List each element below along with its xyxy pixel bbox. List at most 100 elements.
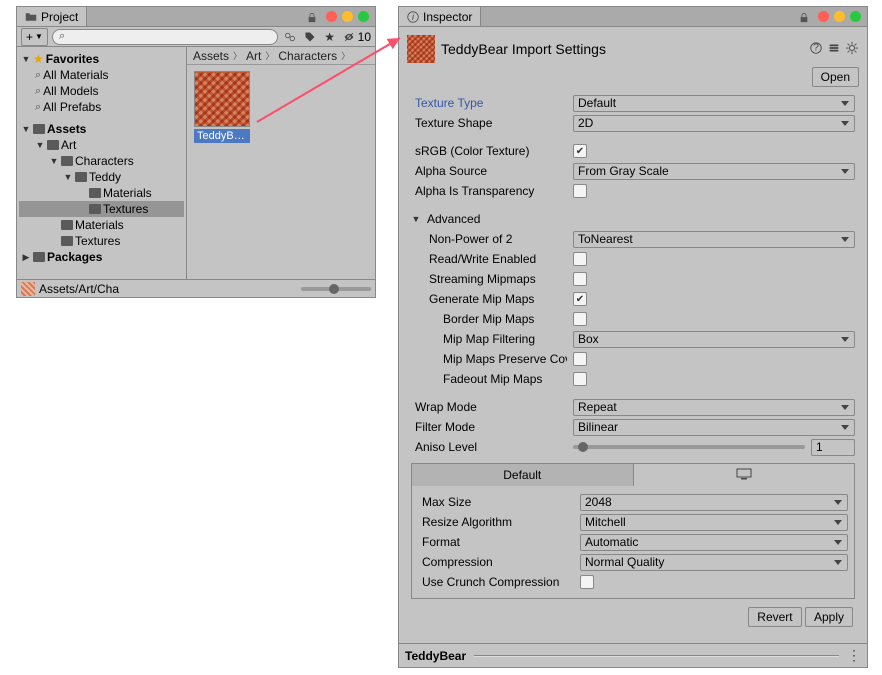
platform-tab-default[interactable]: Default (412, 464, 634, 486)
disclosure-down-icon[interactable]: ▼ (49, 156, 59, 166)
row-alpha-transparency: Alpha Is Transparency (411, 181, 855, 201)
platform-tab-standalone[interactable] (634, 464, 855, 486)
checkbox-mip-preserve[interactable] (573, 352, 587, 366)
label-mip-preserve: Mip Maps Preserve Cover (411, 352, 567, 366)
checkbox-alpha-transparency[interactable] (573, 184, 587, 198)
traffic-close-icon[interactable] (326, 11, 337, 22)
folder-icon (33, 252, 45, 262)
traffic-min-icon[interactable] (834, 11, 845, 22)
select-compression[interactable]: Normal Quality (580, 554, 848, 571)
checkbox-streaming[interactable] (573, 272, 587, 286)
search-field[interactable]: ⌕ (52, 29, 278, 45)
disclosure-down-icon[interactable]: ▼ (35, 140, 45, 150)
help-icon[interactable]: ? (809, 41, 823, 58)
select-alpha-source[interactable]: From Gray Scale (573, 163, 855, 180)
tree-teddy-textures[interactable]: Textures (19, 201, 184, 217)
label-srgb: sRGB (Color Texture) (411, 144, 567, 158)
select-texture-shape[interactable]: 2D (573, 115, 855, 132)
filter-by-type-icon[interactable] (282, 29, 298, 45)
hidden-count-label: 10 (358, 30, 371, 44)
select-max-size[interactable]: 2048 (580, 494, 848, 511)
lock-icon[interactable] (307, 12, 317, 22)
tree-art-textures[interactable]: Textures (19, 233, 184, 249)
inspector-header: TeddyBear Import Settings ? (405, 31, 861, 67)
folder-icon (33, 124, 45, 134)
checkbox-genmips[interactable] (573, 292, 587, 306)
row-format: Format Automatic (418, 532, 848, 552)
select-wrap[interactable]: Repeat (573, 399, 855, 416)
tree-packages[interactable]: ▶ Packages (19, 249, 184, 265)
favorite-all-prefabs[interactable]: ⌕All Prefabs (19, 99, 184, 115)
presets-icon[interactable] (827, 41, 841, 58)
checkbox-srgb[interactable] (573, 144, 587, 158)
asset-grid[interactable]: TeddyBe... (187, 65, 375, 279)
label-format: Format (418, 535, 574, 549)
disclosure-down-icon[interactable]: ▼ (21, 124, 31, 134)
project-tree[interactable]: ▼ ★ Favorites ⌕All Materials ⌕All Models… (17, 47, 187, 279)
inspector-window: i Inspector TeddyBear Import Settings ? … (398, 6, 868, 668)
favorite-all-models[interactable]: ⌕All Models (19, 83, 184, 99)
crumb-characters[interactable]: Characters (278, 49, 337, 63)
project-tab-label: Project (41, 10, 78, 24)
search-input[interactable] (68, 30, 271, 44)
traffic-min-icon[interactable] (342, 11, 353, 22)
row-wrap: Wrap Mode Repeat (411, 397, 855, 417)
folder-icon (61, 220, 73, 230)
row-mip-preserve: Mip Maps Preserve Cover (411, 349, 855, 369)
crumb-art[interactable]: Art (246, 49, 261, 63)
filter-by-label-icon[interactable] (302, 29, 318, 45)
tree-art-materials[interactable]: Materials (19, 217, 184, 233)
select-format[interactable]: Automatic (580, 534, 848, 551)
disclosure-down-icon[interactable]: ▼ (21, 54, 31, 64)
select-mip-filtering[interactable]: Box (573, 331, 855, 348)
crumb-assets[interactable]: Assets (193, 49, 229, 63)
traffic-close-icon[interactable] (818, 11, 829, 22)
inspector-tab[interactable]: i Inspector (399, 7, 481, 26)
row-streaming: Streaming Mipmaps (411, 269, 855, 289)
row-resize-algo: Resize Algorithm Mitchell (418, 512, 848, 532)
apply-button[interactable]: Apply (805, 607, 853, 627)
save-search-icon[interactable]: ★ (322, 29, 338, 45)
input-aniso[interactable] (811, 439, 855, 456)
disclosure-down-icon[interactable]: ▼ (63, 172, 73, 182)
checkbox-crunch[interactable] (580, 575, 594, 589)
tree-teddy-materials[interactable]: Materials (19, 185, 184, 201)
project-tab[interactable]: Project (17, 7, 87, 26)
tree-teddy[interactable]: ▼Teddy (19, 169, 184, 185)
row-texture-shape: Texture Shape 2D (411, 113, 855, 133)
select-npot[interactable]: ToNearest (573, 231, 855, 248)
folder-icon (61, 236, 73, 246)
open-button[interactable]: Open (812, 67, 859, 87)
create-dropdown[interactable]: + ▼ (21, 28, 48, 46)
asset-teddybear[interactable]: TeddyBe... (193, 71, 251, 143)
label-filter: Filter Mode (411, 420, 567, 434)
traffic-max-icon[interactable] (850, 11, 861, 22)
revert-button[interactable]: Revert (748, 607, 801, 627)
disclosure-right-icon[interactable]: ▶ (21, 252, 31, 263)
label-advanced[interactable]: Advanced (427, 212, 480, 226)
kebab-menu-icon[interactable]: ⋮ (847, 647, 861, 664)
gear-icon[interactable] (845, 41, 859, 58)
slider-aniso[interactable] (573, 445, 805, 449)
folder-icon (47, 140, 59, 150)
favorite-all-materials[interactable]: ⌕All Materials (19, 67, 184, 83)
tree-assets[interactable]: ▼ Assets (19, 121, 184, 137)
disclosure-down-icon[interactable]: ▼ (411, 214, 421, 224)
row-npot: Non-Power of 2 ToNearest (411, 229, 855, 249)
select-filter[interactable]: Bilinear (573, 419, 855, 436)
folder-icon (89, 204, 101, 214)
checkbox-fadeout[interactable] (573, 372, 587, 386)
row-compression: Compression Normal Quality (418, 552, 848, 572)
select-texture-type[interactable]: Default (573, 95, 855, 112)
hidden-count[interactable]: 10 (342, 30, 371, 44)
checkbox-rw[interactable] (573, 252, 587, 266)
zoom-slider[interactable] (301, 287, 371, 291)
traffic-max-icon[interactable] (358, 11, 369, 22)
tree-characters[interactable]: ▼Characters (19, 153, 184, 169)
select-resize-algo[interactable]: Mitchell (580, 514, 848, 531)
tree-art[interactable]: ▼Art (19, 137, 184, 153)
row-texture-type: Texture Type Default (411, 93, 855, 113)
lock-icon[interactable] (799, 12, 809, 22)
tree-favorites[interactable]: ▼ ★ Favorites (19, 51, 184, 67)
checkbox-border-mips[interactable] (573, 312, 587, 326)
